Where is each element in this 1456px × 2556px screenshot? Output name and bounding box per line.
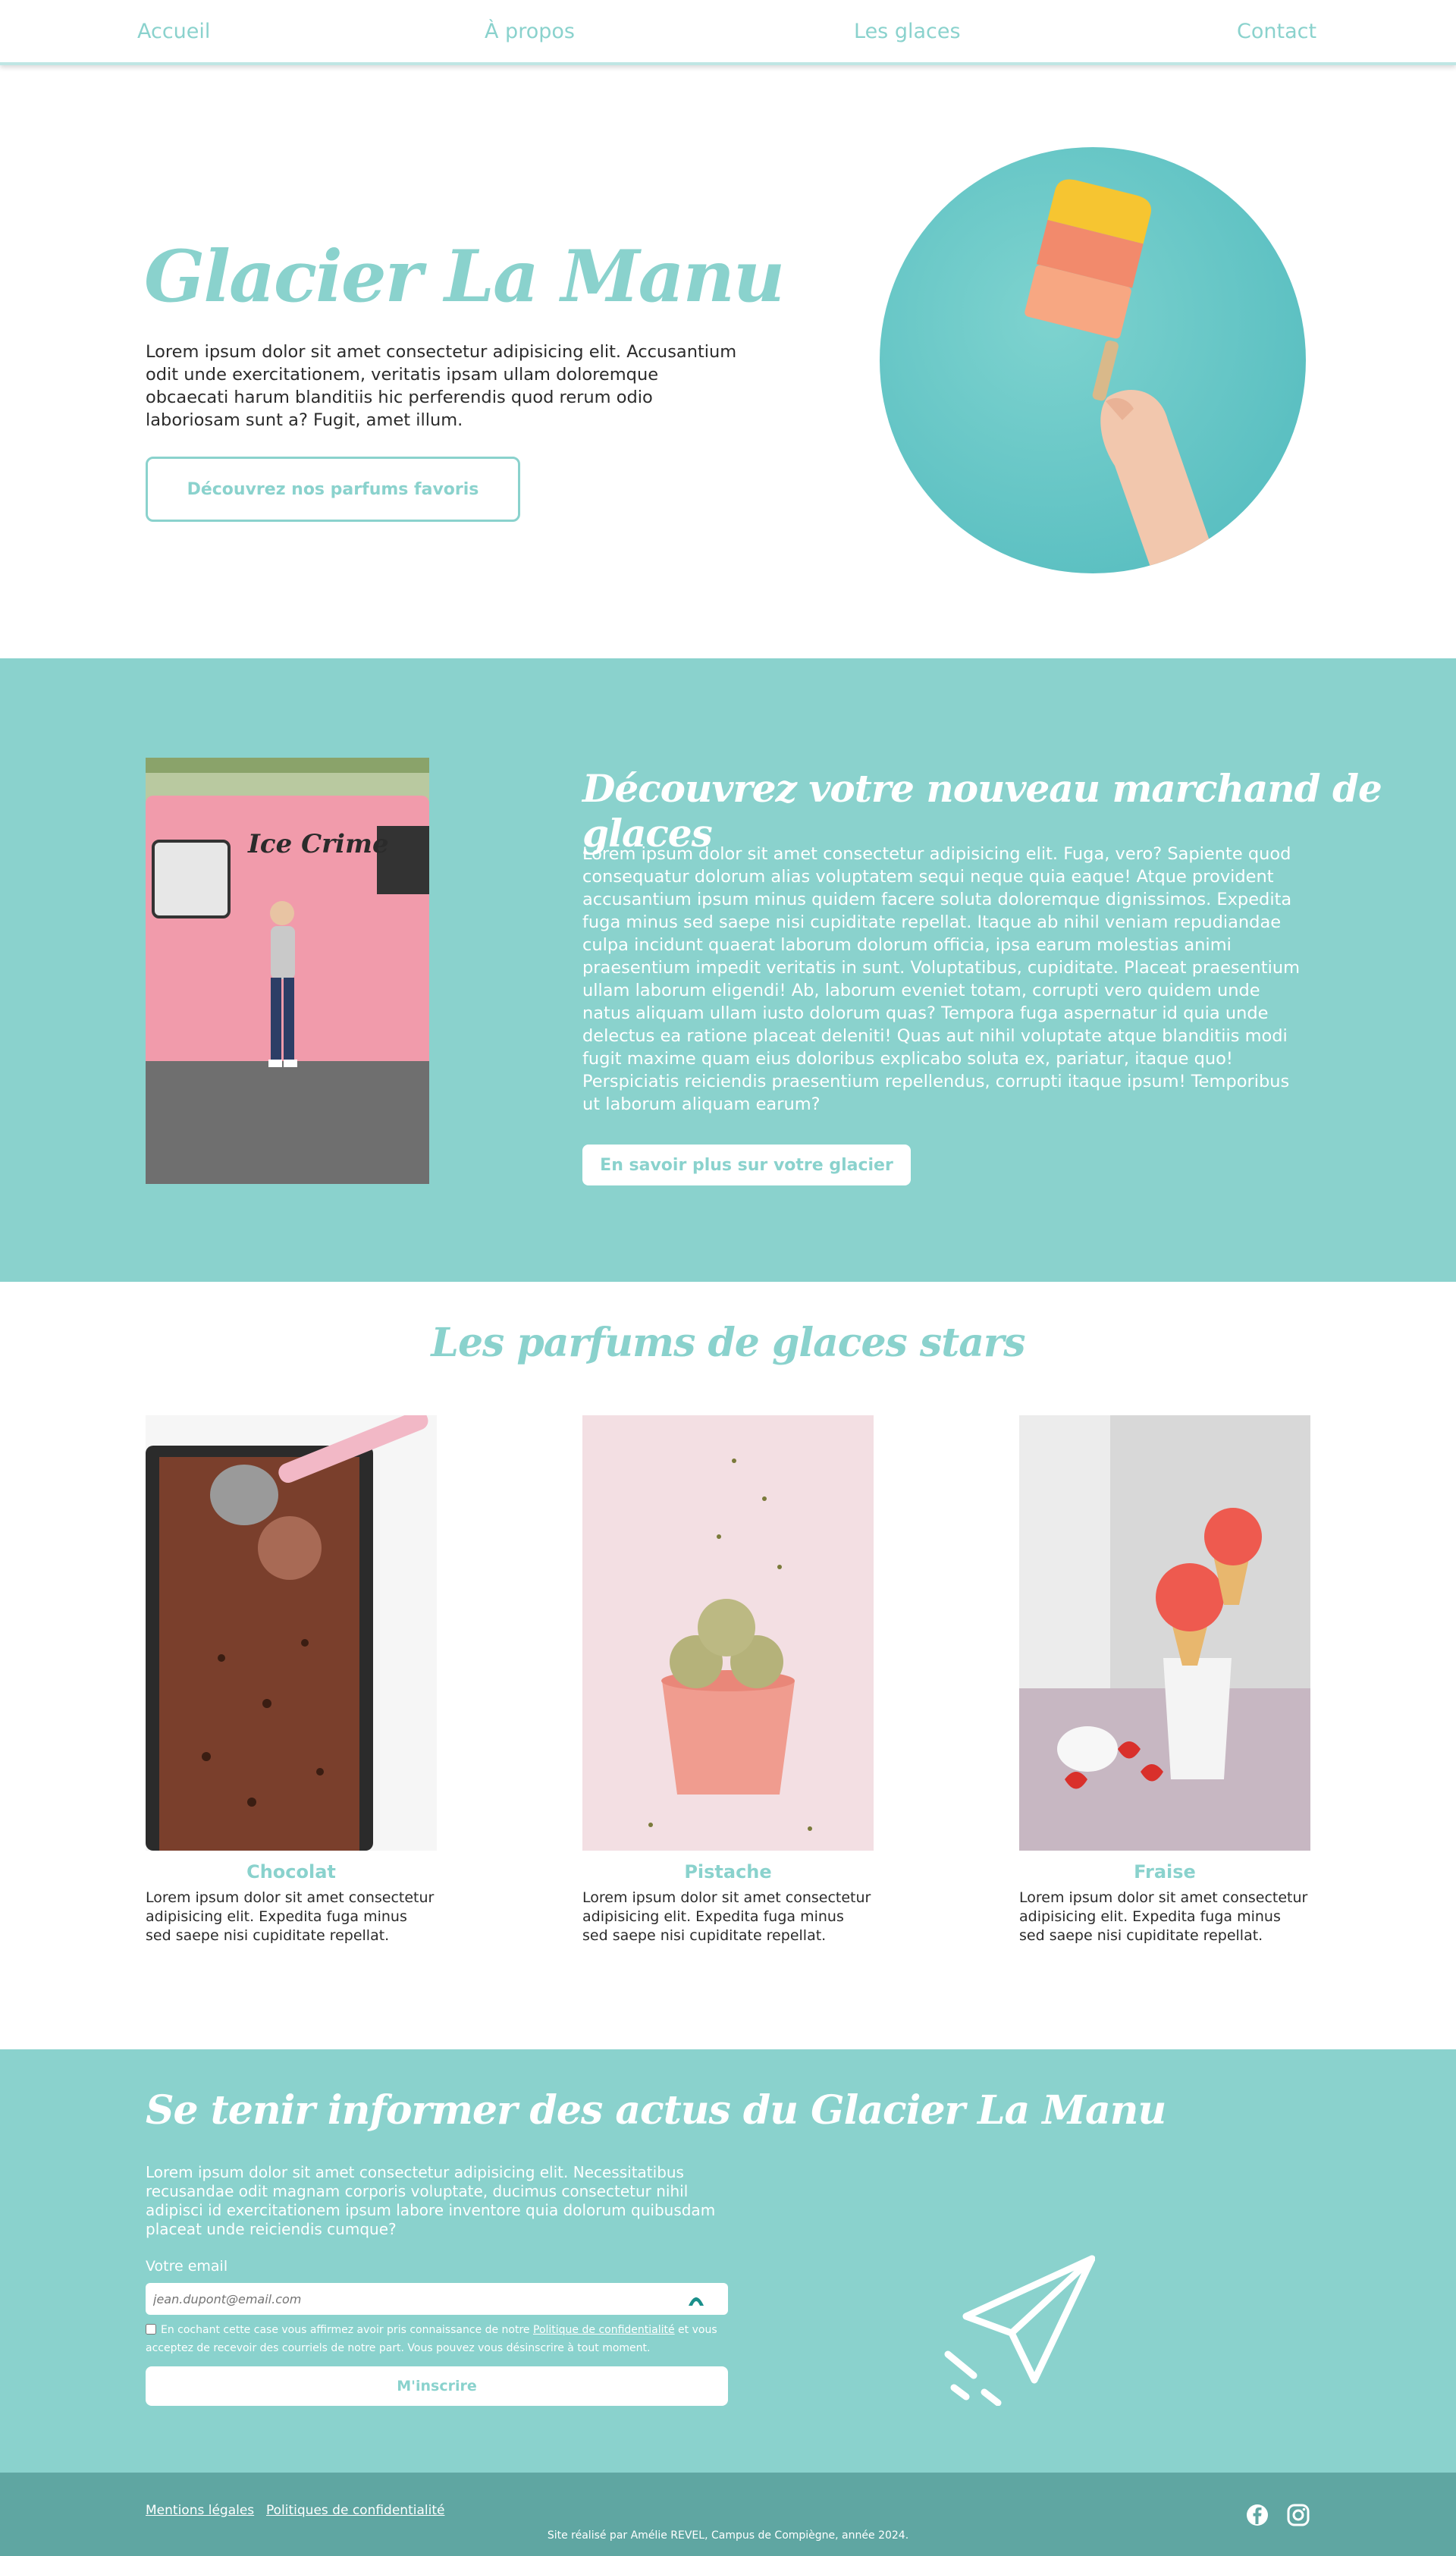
flavour-card-chocolat: Chocolat Lorem ipsum dolor sit amet cons…: [146, 1415, 437, 1945]
about-section: Ice Crime Découvrez votre nouveau marcha…: [0, 658, 1456, 1282]
hero-text: Lorem ipsum dolor sit amet consectetur a…: [146, 342, 737, 430]
hero-title: Glacier La Manu: [144, 235, 785, 319]
flavour-desc: Lorem ipsum dolor sit amet consectetur a…: [582, 1889, 871, 1944]
footer: Mentions légales Politiques de confident…: [0, 2473, 1456, 2556]
flavour-name: Chocolat: [246, 1861, 336, 1882]
autofill-icon[interactable]: [687, 2291, 705, 2307]
legal-notice-link[interactable]: Mentions légales: [146, 2503, 254, 2518]
email-label: Votre email: [146, 2258, 228, 2275]
consent-checkbox[interactable]: [146, 2324, 156, 2335]
nav-link-les-glaces[interactable]: Les glaces: [854, 20, 961, 43]
main-nav: Accueil À propos Les glaces Contact: [0, 0, 1456, 65]
consent-before: En cochant cette case vous affirmez avoi…: [161, 2324, 533, 2336]
flavour-desc: Lorem ipsum dolor sit amet consectetur a…: [146, 1889, 435, 1944]
email-field[interactable]: [146, 2283, 728, 2315]
privacy-policy-footer-link[interactable]: Politiques de confidentialité: [266, 2503, 444, 2518]
hero-popsicle-image: [880, 147, 1306, 573]
paper-plane-icon: [944, 2255, 1095, 2406]
consent-text: En cochant cette case vous affirmez avoi…: [146, 2321, 737, 2357]
strawberry-ice-cream-image: [1019, 1415, 1310, 1851]
subscribe-button[interactable]: M'inscrire: [146, 2366, 728, 2406]
flavours-title: Les parfums de glaces stars: [431, 1320, 1025, 1366]
nav-link-contact[interactable]: Contact: [1237, 20, 1316, 43]
truck-logo-text: Ice Crime: [247, 829, 389, 859]
pistachio-ice-cream-image: [582, 1415, 874, 1851]
flavour-name: Pistache: [684, 1861, 772, 1882]
site-credit: Site réalisé par Amélie REVEL, Campus de…: [547, 2529, 909, 2542]
instagram-icon[interactable]: [1286, 2503, 1310, 2527]
newsletter-text: Lorem ipsum dolor sit amet consectetur a…: [146, 2163, 716, 2238]
learn-more-button[interactable]: En savoir plus sur votre glacier: [582, 1145, 911, 1185]
about-text: Lorem ipsum dolor sit amet consectetur a…: [582, 844, 1300, 1114]
newsletter-title: Se tenir informer des actus du Glacier L…: [146, 2087, 1166, 2134]
facebook-icon[interactable]: [1245, 2503, 1269, 2527]
discover-flavours-button[interactable]: Découvrez nos parfums favoris: [146, 457, 520, 522]
flavour-card-fraise: Fraise Lorem ipsum dolor sit amet consec…: [1019, 1415, 1310, 1945]
privacy-policy-link[interactable]: Politique de confidentialité: [533, 2324, 675, 2336]
newsletter-section: Se tenir informer des actus du Glacier L…: [0, 2049, 1456, 2473]
nav-link-a-propos[interactable]: À propos: [485, 20, 575, 43]
flavour-desc: Lorem ipsum dolor sit amet consectetur a…: [1019, 1889, 1308, 1944]
ice-cream-truck-photo: Ice Crime: [146, 758, 429, 1184]
nav-link-accueil[interactable]: Accueil: [137, 20, 210, 43]
flavour-card-pistache: Pistache Lorem ipsum dolor sit amet cons…: [582, 1415, 874, 1945]
flavour-name: Fraise: [1134, 1861, 1196, 1882]
chocolate-ice-cream-image: [146, 1415, 437, 1851]
